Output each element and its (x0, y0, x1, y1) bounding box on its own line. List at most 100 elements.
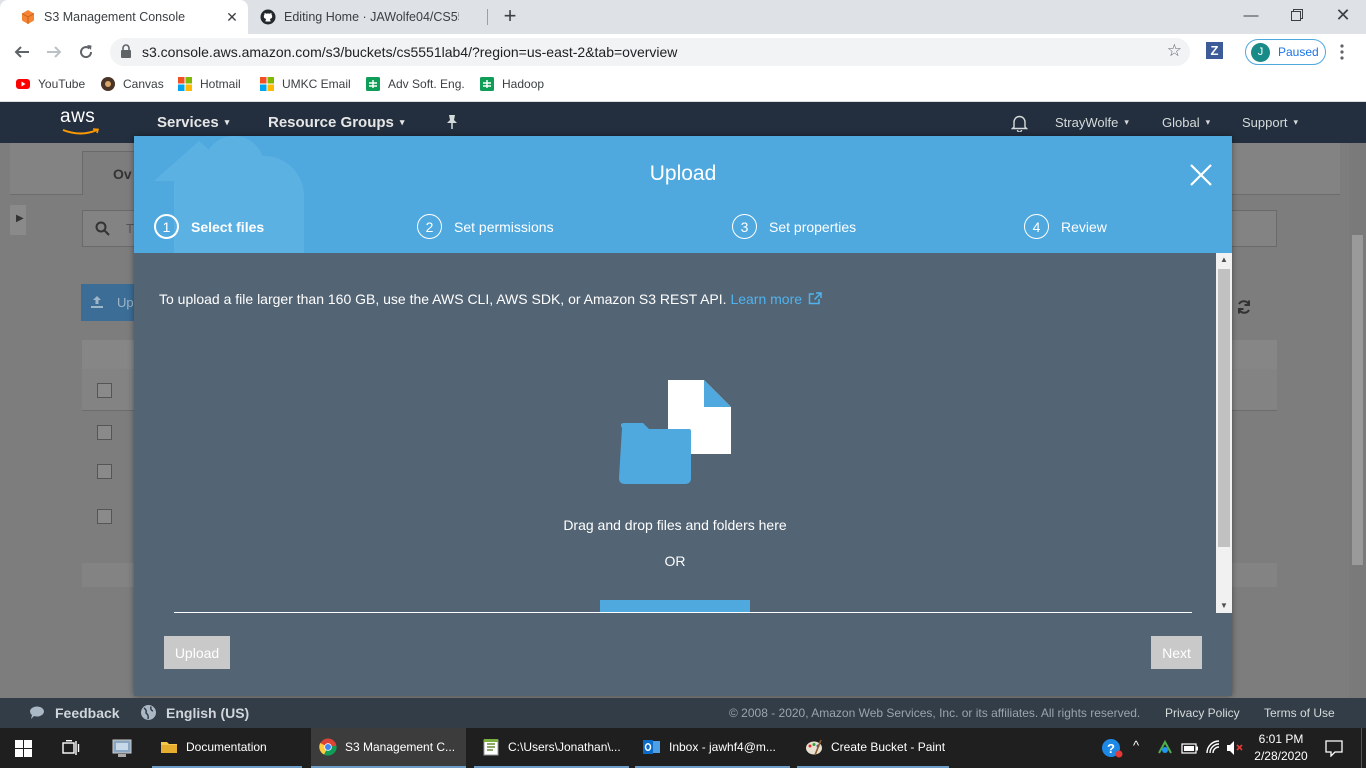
modal-scrollbar[interactable]: ▲ ▼ (1216, 253, 1232, 613)
system-clock[interactable]: 6:01 PM 2/28/2020 (1248, 731, 1314, 765)
close-tab-icon[interactable]: ✕ (224, 9, 240, 25)
account-menu[interactable]: StrayWolfe ▾ (1055, 115, 1129, 130)
show-hidden-icons-icon[interactable]: ^ (1133, 738, 1139, 753)
bookmark-canvas[interactable]: Canvas (101, 77, 164, 91)
feedback-icon (30, 706, 44, 719)
chevron-down-icon: ▾ (1293, 117, 1299, 127)
file-folder-icon (619, 380, 731, 484)
bookmark-adv-soft-eng[interactable]: Adv Soft. Eng. (366, 77, 465, 91)
show-desktop-button[interactable] (1361, 728, 1366, 768)
back-icon[interactable] (10, 40, 34, 64)
address-bar[interactable]: s3.console.aws.amazon.com/s3/buckets/cs5… (110, 38, 1190, 66)
modal-title: Upload (649, 162, 717, 185)
canvas-icon (101, 77, 115, 91)
system-app-icon[interactable] (112, 738, 134, 758)
modal-header: Upload 1 Select files 2 Set permissions … (134, 136, 1232, 253)
taskbar-item-label: C:\Users\Jonathan\... (508, 740, 621, 754)
page-scrollbar-thumb[interactable] (1352, 235, 1363, 565)
extension-icon[interactable]: Z (1206, 42, 1223, 59)
globe-icon (141, 705, 156, 720)
tab-title: Editing Home · JAWolfe04/CS555 (284, 10, 459, 24)
services-menu[interactable]: Services ▾ (157, 114, 229, 131)
taskbar-item-label: Create Bucket - Paint (831, 740, 946, 754)
chevron-down-icon: ▾ (399, 117, 405, 127)
tab-s3-console[interactable]: S3 Management Console ✕ (0, 0, 248, 34)
bookmark-youtube[interactable]: YouTube (16, 77, 85, 91)
url-text: s3.console.aws.amazon.com/s3/buckets/cs5… (142, 44, 678, 60)
taskbar-outlook[interactable]: Inbox - jawhf4@m... (635, 728, 790, 768)
forward-icon[interactable] (42, 40, 66, 64)
avatar: J (1251, 43, 1270, 62)
bell-icon[interactable] (1010, 114, 1029, 137)
close-icon[interactable] (1188, 162, 1214, 188)
upload-button[interactable]: Upload (164, 636, 230, 669)
resource-groups-menu[interactable]: Resource Groups ▾ (268, 114, 404, 131)
wifi-icon[interactable] (1205, 739, 1221, 755)
bg-upload-button: Up (81, 284, 136, 321)
terms-of-use-link[interactable]: Terms of Use (1264, 706, 1335, 720)
next-button[interactable]: Next (1151, 636, 1202, 669)
menu-icon[interactable] (1340, 44, 1344, 60)
reload-icon[interactable] (74, 40, 98, 64)
close-window-icon[interactable]: ✕ (1320, 0, 1366, 30)
battery-icon[interactable] (1181, 741, 1199, 755)
task-view-icon[interactable] (62, 740, 80, 756)
restore-icon[interactable] (1274, 0, 1320, 30)
profile-button[interactable]: J Paused (1245, 39, 1326, 65)
bookmark-hotmail[interactable]: Hotmail (178, 77, 241, 91)
language-selector[interactable]: English (US) (166, 705, 249, 721)
bg-row-checkbox (97, 464, 112, 479)
tab-github[interactable]: Editing Home · JAWolfe04/CS555 (240, 0, 488, 34)
bg-search-end (1232, 210, 1277, 247)
learn-more-link[interactable]: Learn more (730, 291, 822, 307)
privacy-policy-link[interactable]: Privacy Policy (1165, 706, 1240, 720)
aws-logo-text: aws (60, 106, 96, 127)
bg-row-checkbox (97, 509, 112, 524)
taskbar-notepad[interactable]: C:\Users\Jonathan\... (474, 728, 629, 768)
region-menu[interactable]: Global ▾ (1162, 115, 1210, 130)
support-menu[interactable]: Support ▾ (1242, 115, 1298, 130)
browser-toolbar: s3.console.aws.amazon.com/s3/buckets/cs5… (0, 34, 1366, 70)
bookmark-star-icon[interactable]: ☆ (1167, 41, 1182, 61)
new-tab-button[interactable]: + (498, 5, 522, 29)
step-review[interactable]: 4 Review (1024, 214, 1107, 239)
learn-more-label: Learn more (730, 291, 803, 307)
network-sync-icon[interactable] (1156, 739, 1174, 757)
lock-icon (121, 44, 131, 58)
pin-icon[interactable] (445, 114, 459, 135)
drop-zone-text: Drag and drop files and folders here (563, 517, 787, 533)
taskbar-chrome[interactable]: S3 Management C... (311, 728, 466, 768)
step-label: Set permissions (454, 218, 554, 235)
resource-groups-label: Resource Groups (268, 114, 394, 131)
step-label: Review (1061, 218, 1107, 235)
aws-logo[interactable]: aws (60, 106, 102, 136)
aws-footer: Feedback English (US) © 2008 - 2020, Ama… (0, 698, 1366, 728)
outlook-icon (643, 740, 660, 754)
step-number: 4 (1024, 214, 1049, 239)
chrome-icon (319, 738, 337, 756)
notifications-icon[interactable] (1325, 739, 1343, 757)
taskbar-paint[interactable]: Create Bucket - Paint (797, 728, 949, 768)
bookmark-label: Canvas (123, 77, 164, 91)
scroll-down-icon[interactable]: ▼ (1216, 599, 1232, 613)
step-label: Select files (191, 218, 265, 235)
feedback-link[interactable]: Feedback (55, 705, 120, 721)
step-set-properties[interactable]: 3 Set properties (732, 214, 856, 239)
modal-scrollbar-thumb[interactable] (1218, 269, 1230, 547)
step-select-files[interactable]: 1 Select files (154, 214, 264, 239)
size-info-message: To upload a file larger than 160 GB, use… (159, 291, 727, 307)
minimize-icon[interactable]: — (1228, 0, 1274, 30)
volume-muted-icon[interactable] (1226, 740, 1244, 756)
step-set-permissions[interactable]: 2 Set permissions (417, 214, 554, 239)
svg-text:?: ? (1107, 741, 1115, 756)
scroll-up-icon[interactable]: ▲ (1216, 253, 1232, 267)
bookmark-hadoop[interactable]: Hadoop (480, 77, 544, 91)
taskbar-documentation[interactable]: Documentation (152, 728, 302, 768)
account-label: StrayWolfe (1055, 115, 1119, 130)
windows-taskbar: Documentation S3 Management C... C:\User… (0, 728, 1366, 768)
windows-start-icon[interactable] (15, 740, 32, 757)
help-icon[interactable]: ? (1101, 738, 1123, 758)
bg-search-text: T (126, 221, 134, 236)
page-scrollbar[interactable] (1349, 143, 1366, 698)
bookmark-umkc-email[interactable]: UMKC Email (260, 77, 351, 91)
